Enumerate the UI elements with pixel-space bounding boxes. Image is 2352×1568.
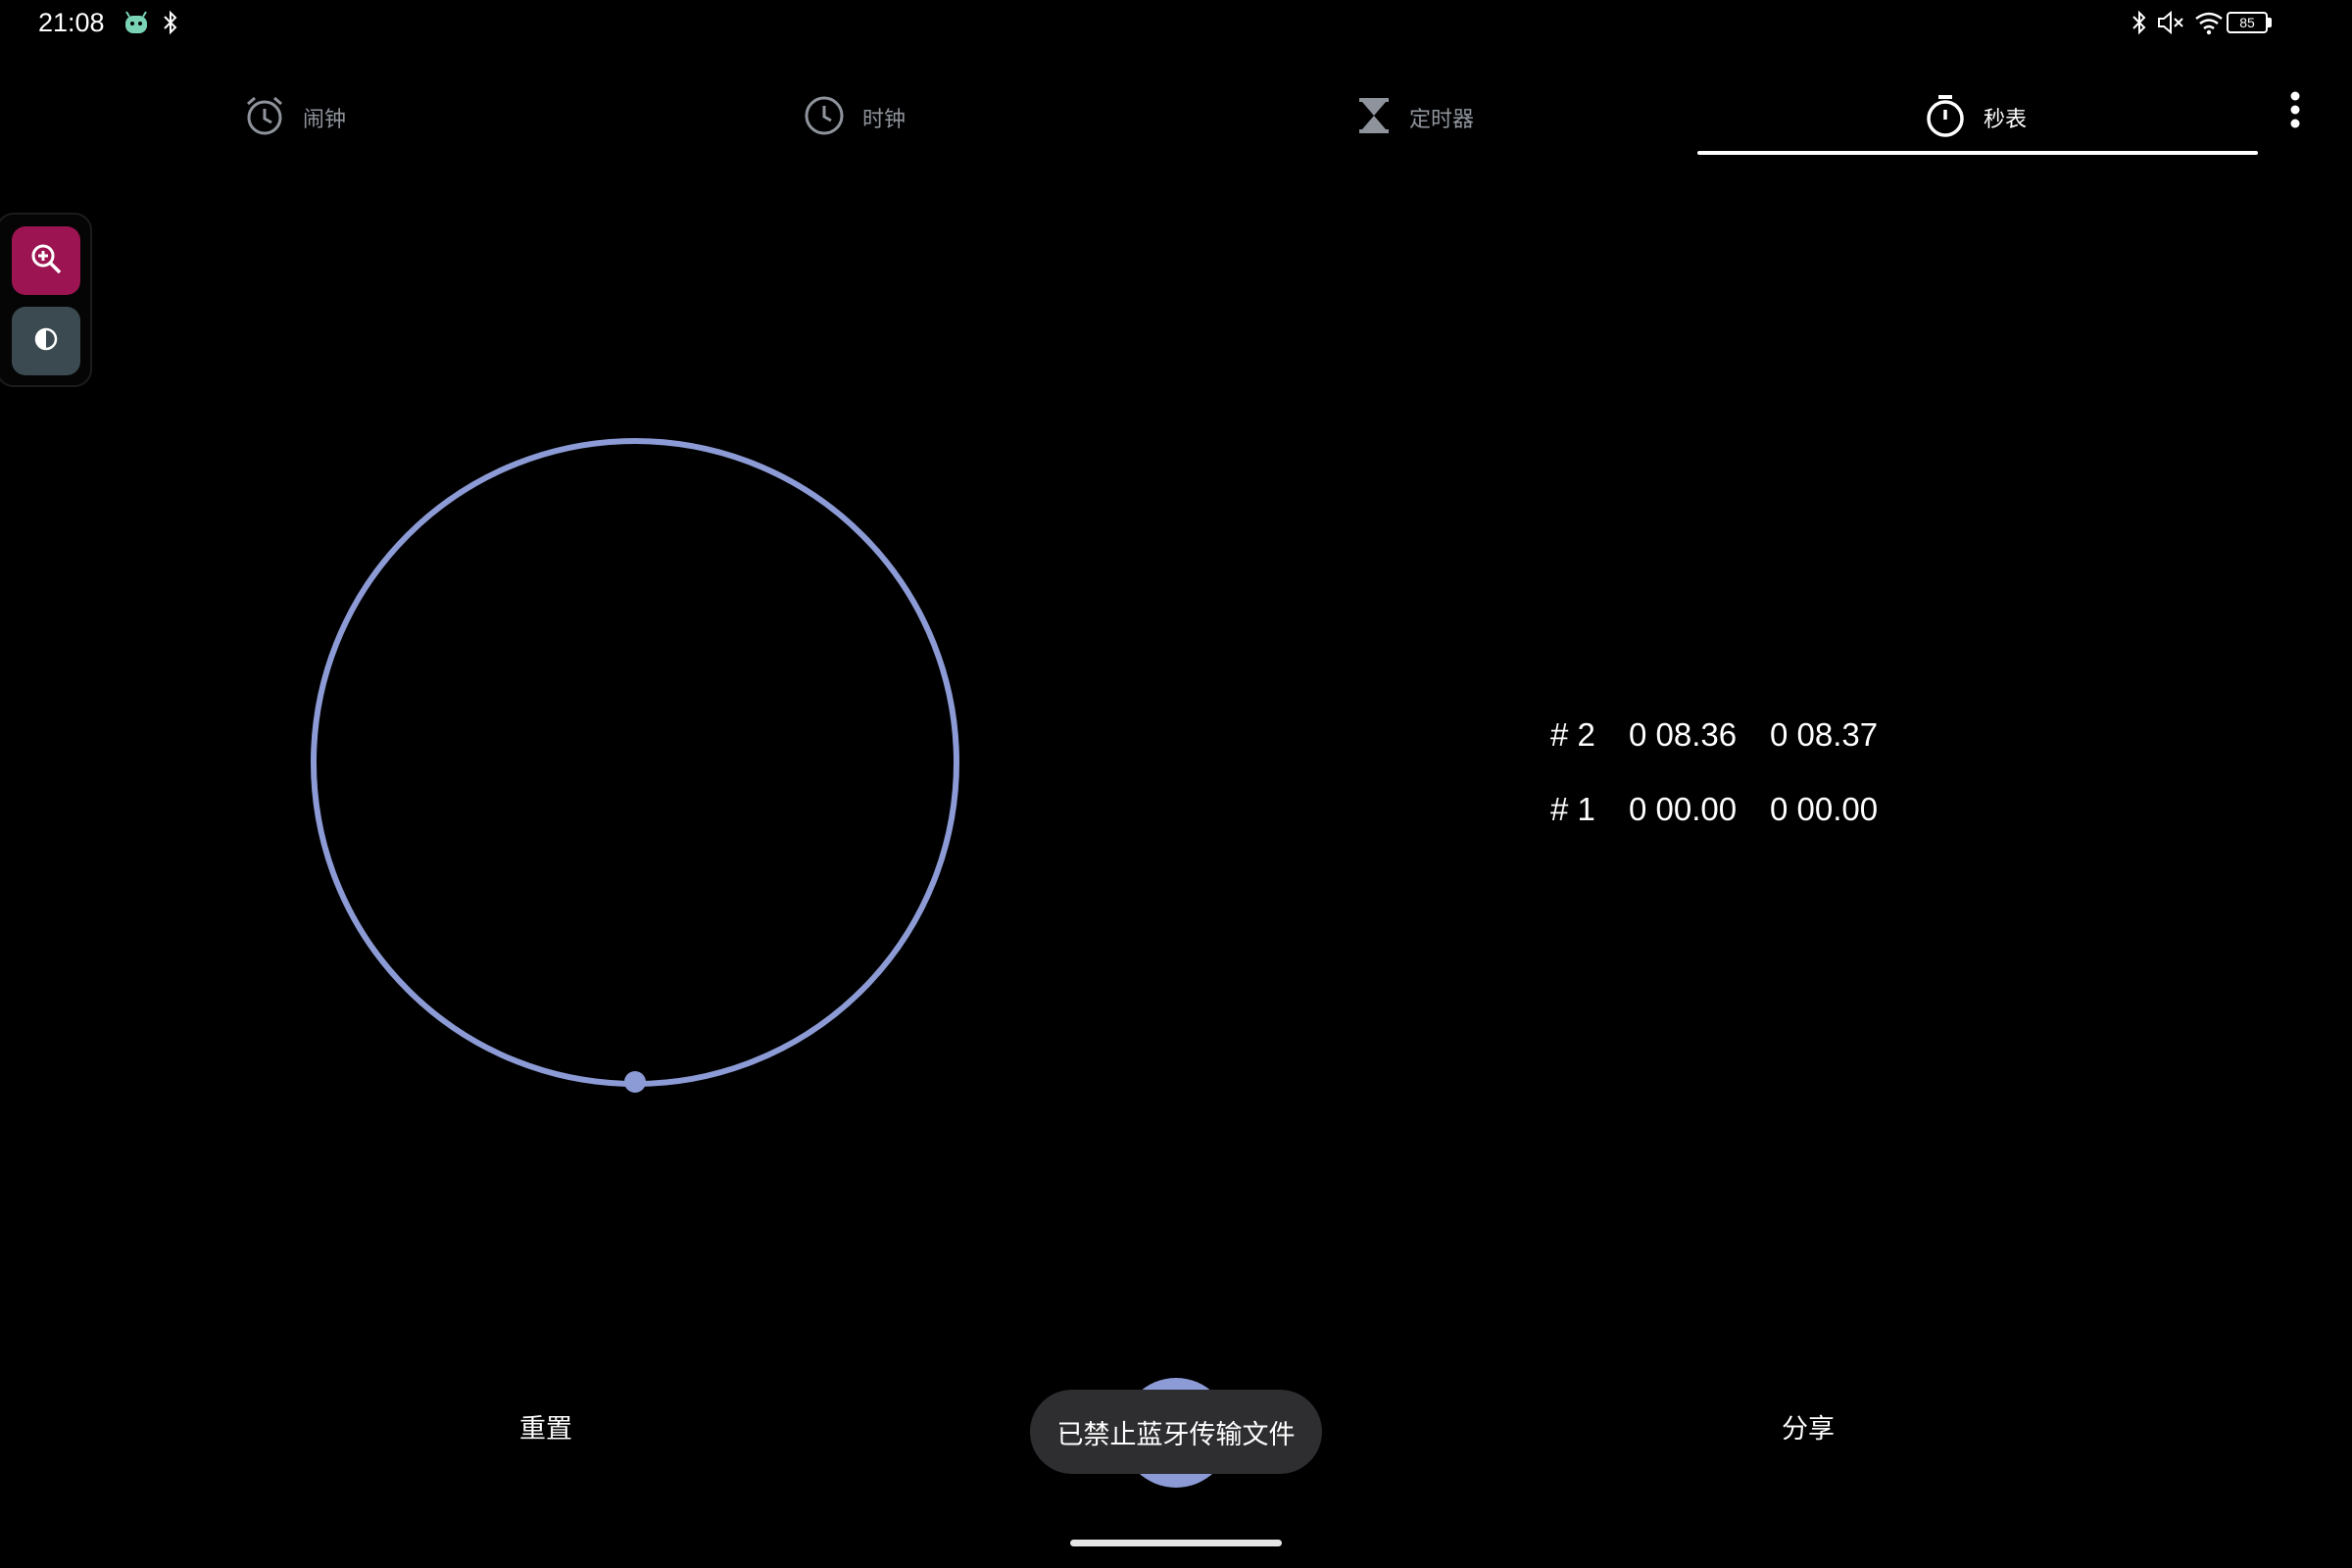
more-options-icon[interactable] [2276, 88, 2315, 131]
lap-total-time: 0 08.37 [1770, 716, 1879, 753]
bluetooth-icon [162, 8, 179, 37]
tab-clock-label: 时钟 [862, 108, 906, 132]
zoom-in-icon [29, 242, 63, 279]
tab-stopwatch[interactable]: 秒表 [1925, 78, 2027, 157]
wifi-icon [2194, 8, 2224, 37]
stopwatch-icon [1925, 93, 1966, 142]
dial-ring [311, 438, 959, 1087]
tab-alarm[interactable]: 闹钟 [244, 78, 346, 157]
battery-tip [2268, 18, 2272, 27]
tab-alarm-label: 闹钟 [303, 108, 347, 132]
lap-row: # 1 0 00.00 0 00.00 [1550, 772, 1887, 847]
tab-stopwatch-label: 秒表 [1984, 108, 2028, 132]
mute-icon [2156, 8, 2185, 37]
status-bar: 21:08 85 [0, 0, 2352, 49]
tab-clock[interactable]: 时钟 [804, 78, 906, 157]
contrast-button[interactable] [12, 307, 80, 375]
tab-bar: 闹钟 时钟 定时器 秒表 [0, 78, 2254, 157]
hourglass-icon [1356, 96, 1392, 139]
reset-button[interactable]: 重置 [519, 1407, 572, 1446]
lap-number: # 2 [1550, 716, 1595, 753]
share-button[interactable]: 分享 [1782, 1407, 1835, 1446]
battery-level: 85 [2239, 15, 2255, 30]
contrast-icon [33, 326, 59, 356]
lap-total-time: 0 00.00 [1770, 791, 1879, 827]
toast-message: 已禁止蓝牙传输文件 [1030, 1390, 1322, 1474]
status-time: 21:08 [38, 8, 105, 37]
lap-time: 0 08.36 [1629, 716, 1738, 753]
app-notification-icon [122, 8, 151, 37]
alarm-icon [244, 94, 285, 141]
floating-tool-panel [0, 213, 92, 387]
tab-indicator [1697, 151, 2258, 155]
tab-timer-label: 定时器 [1409, 108, 1475, 132]
clock-icon [804, 95, 845, 140]
stopwatch-dial [304, 431, 970, 1102]
battery-icon: 85 [2227, 12, 2268, 33]
zoom-button[interactable] [12, 226, 80, 295]
dial-marker [624, 1071, 646, 1093]
lap-row: # 2 0 08.36 0 08.37 [1550, 698, 1887, 772]
lap-time: 0 00.00 [1629, 791, 1738, 827]
lap-list: # 2 0 08.36 0 08.37 # 1 0 00.00 0 00.00 [1550, 698, 1887, 847]
bluetooth-icon [2131, 8, 2148, 37]
navigation-handle[interactable] [1070, 1540, 1282, 1546]
lap-number: # 1 [1550, 791, 1595, 827]
tab-timer[interactable]: 定时器 [1356, 78, 1474, 157]
